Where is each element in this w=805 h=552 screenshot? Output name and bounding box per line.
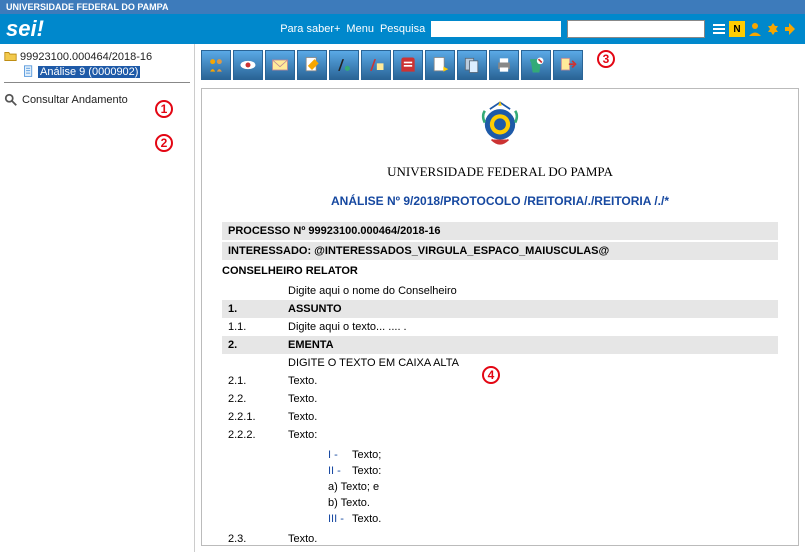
sublist: I -Texto; II -Texto: a) Texto; e b) Text… (288, 447, 772, 527)
processo-row: PROCESSO Nº 99923100.000464/2018-16 (222, 222, 778, 240)
row-label: DIGITE O TEXTO EM CAIXA ALTA (282, 354, 778, 372)
window-titlebar: UNIVERSIDADE FEDERAL DO PAMPA (0, 0, 805, 14)
top-bar: sei! Para saber+ Menu Pesquisa ./REITORI… (0, 14, 805, 44)
update-process-button[interactable] (201, 50, 231, 80)
copy-button[interactable] (457, 50, 487, 80)
sign-button[interactable] (329, 50, 359, 80)
subopt-a: a) Texto; e (328, 479, 772, 495)
document-icon (22, 65, 35, 78)
row-num: 2.1. (222, 372, 282, 390)
send-email-button[interactable] (265, 50, 295, 80)
roman-ii: II - (328, 465, 352, 477)
menu-icon[interactable] (711, 21, 727, 37)
row-num: 2.2.1. (222, 408, 282, 426)
sidebar-divider (4, 82, 190, 83)
row-label: EMENTA (282, 336, 778, 354)
roman-i: I - (328, 449, 352, 461)
para-saber-link[interactable]: Para saber+ (280, 23, 340, 35)
subopt-b: b) Texto. (328, 495, 772, 511)
menu-link[interactable]: Menu (346, 23, 374, 35)
edit-button[interactable] (297, 50, 327, 80)
row-num: 2.2. (222, 390, 282, 408)
sidebar: 99923100.000464/2018-16 Análise 9 (00009… (0, 44, 195, 552)
process-node[interactable]: 99923100.000464/2018-16 (4, 50, 190, 63)
sublist-text: Texto; (352, 449, 381, 461)
view-button[interactable] (233, 50, 263, 80)
sublist-text: Texto. (352, 513, 381, 525)
row-label: Texto. (282, 390, 778, 408)
document-label: Análise 9 (0000902) (38, 66, 140, 78)
annotation-3: 3 (597, 50, 615, 68)
document-toolbar: 3 (195, 44, 805, 86)
print-button[interactable] (489, 50, 519, 80)
consult-label: Consultar Andamento (22, 94, 128, 106)
manage-cred-button[interactable] (361, 50, 391, 80)
cancel-button[interactable] (521, 50, 551, 80)
row-num: 2. (222, 336, 282, 354)
user-icon[interactable] (747, 21, 763, 37)
row-num: 1. (222, 300, 282, 318)
row-num (222, 354, 282, 372)
folder-icon (4, 50, 17, 63)
annotation-2: 2 (155, 134, 173, 152)
row-num: 1.1. (222, 318, 282, 336)
row-label: Texto: (282, 426, 778, 444)
annotation-1: 1 (155, 100, 173, 118)
n-badge-icon[interactable]: N (729, 21, 745, 37)
roman-iii: III - (328, 513, 352, 525)
row-num: 2.2.2. (222, 426, 282, 444)
conselheiro-placeholder: Digite aqui o nome do Conselheiro (282, 282, 778, 300)
sei-logo: sei! (6, 16, 44, 42)
row-label: Digite aqui o texto... .... . (282, 318, 778, 336)
magnifier-icon (4, 93, 18, 107)
conselheiro-heading: CONSELHEIRO RELATOR (222, 262, 778, 280)
university-name: UNIVERSIDADE FEDERAL DO PAMPA (222, 164, 778, 180)
annotation-4: 4 (482, 366, 500, 384)
content-area: 3 UNIVERSIDADE FEDERAL DO PAMPA ANÁLISE … (195, 44, 805, 552)
row-label: ASSUNTO (282, 300, 778, 318)
process-number-label: 99923100.000464/2018-16 (20, 51, 152, 63)
sublist-text: Texto: (352, 465, 381, 477)
row-label: Texto. (282, 530, 778, 546)
row-label: Texto. (282, 408, 778, 426)
document-title: ANÁLISE Nº 9/2018/PROTOCOLO /REITORIA/./… (222, 194, 778, 208)
pesquisa-label: Pesquisa (380, 23, 425, 35)
document-body-table: Digite aqui o nome do Conselheiro 1.ASSU… (222, 282, 778, 546)
document-viewer[interactable]: UNIVERSIDADE FEDERAL DO PAMPA ANÁLISE Nº… (201, 88, 799, 546)
row-label: Texto. 4 (282, 372, 778, 390)
interessado-row: INTERESSADO: @INTERESSADOS_VIRGULA_ESPAC… (222, 242, 778, 260)
top-menu: Para saber+ Menu Pesquisa ./REITORIA/PRO… (280, 20, 799, 38)
row-num: 2.3. (222, 530, 282, 546)
unit-select[interactable]: ./REITORIA/PROTOCOLO ▼ (567, 20, 705, 38)
config-icon[interactable] (765, 21, 781, 37)
search-input[interactable] (431, 21, 561, 37)
coat-of-arms-icon (222, 99, 778, 156)
document-node[interactable]: Análise 9 (0000902) (4, 65, 190, 78)
logout-icon[interactable] (783, 21, 799, 37)
move-button[interactable] (553, 50, 583, 80)
block-button[interactable] (393, 50, 423, 80)
add-doc-button[interactable] (425, 50, 455, 80)
